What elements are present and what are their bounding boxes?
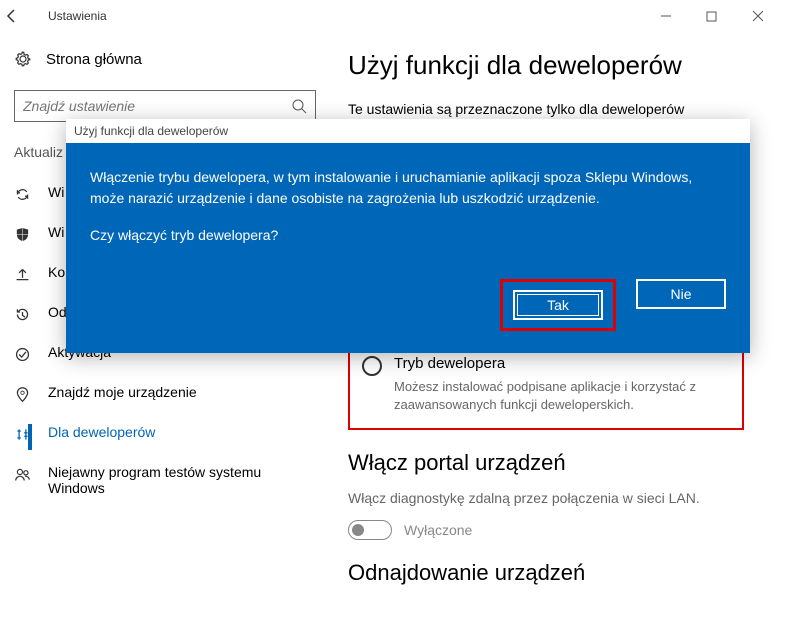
home-link[interactable]: Strona główna [14, 50, 316, 68]
dev-mode-title: Tryb dewelopera [394, 355, 730, 372]
sidebar-item-label: Wi [48, 184, 64, 200]
window-titlebar: Ustawienia [0, 0, 802, 32]
search-input[interactable] [23, 98, 291, 114]
sidebar-item-label: Wi [48, 224, 64, 240]
close-icon [752, 10, 764, 22]
yes-button[interactable]: Tak [513, 290, 603, 320]
sidebar-item-label: Niejawny program testów systemu Windows [48, 464, 316, 496]
toggle-label: Wyłączone [404, 522, 472, 538]
history-icon [14, 306, 36, 323]
sidebar-item-label: Znajdź moje urządzenie [48, 384, 197, 400]
radio-icon[interactable] [362, 356, 382, 376]
shield-icon [14, 226, 36, 243]
dialog-question: Czy włączyć tryb dewelopera? [90, 227, 726, 243]
dialog-title: Użyj funkcji dla deweloperów [66, 119, 750, 143]
check-circle-icon [14, 346, 36, 363]
dialog-message: Włączenie trybu dewelopera, w tym instal… [90, 167, 726, 209]
home-label: Strona główna [46, 51, 142, 68]
sidebar-item-label: Ko [48, 264, 65, 280]
page-intro: Te ustawienia są przeznaczone tylko dla … [348, 101, 782, 117]
sync-icon [14, 186, 36, 203]
location-icon [14, 386, 36, 403]
sidebar-item-developers[interactable]: Dla deweloperów [14, 414, 316, 454]
minimize-button[interactable] [660, 10, 706, 22]
users-icon [14, 466, 36, 483]
back-button[interactable] [4, 8, 40, 24]
portal-sub: Włącz diagnostykę zdalną przez połączeni… [348, 490, 782, 506]
no-button[interactable]: Nie [636, 279, 726, 309]
yes-button-highlight: Tak [500, 279, 616, 331]
portal-heading: Włącz portal urządzeń [348, 450, 782, 476]
dev-mode-desc: Możesz instalować podpisane aplikacje i … [394, 378, 730, 414]
confirm-dialog: Użyj funkcji dla deweloperów Włączenie t… [66, 119, 750, 353]
arrow-left-icon [4, 8, 20, 24]
upload-icon [14, 266, 36, 283]
sidebar-item-label: Dla deweloperów [48, 424, 155, 440]
maximize-button[interactable] [706, 11, 752, 22]
page-title: Użyj funkcji dla deweloperów [348, 50, 782, 81]
portal-toggle[interactable] [348, 520, 392, 540]
maximize-icon [706, 11, 717, 22]
gear-icon [14, 50, 36, 68]
sidebar-item-insider[interactable]: Niejawny program testów systemu Windows [14, 454, 316, 506]
close-button[interactable] [752, 10, 798, 22]
search-box[interactable] [14, 90, 316, 122]
sidebar-item-find-device[interactable]: Znajdź moje urządzenie [14, 374, 316, 414]
search-icon [291, 98, 307, 114]
dev-mode-option[interactable]: Tryb dewelopera Możesz instalować podpis… [348, 343, 744, 430]
minimize-icon [660, 10, 672, 22]
developers-icon [14, 426, 36, 443]
discover-heading: Odnajdowanie urządzeń [348, 560, 782, 586]
window-title: Ustawienia [48, 9, 660, 23]
